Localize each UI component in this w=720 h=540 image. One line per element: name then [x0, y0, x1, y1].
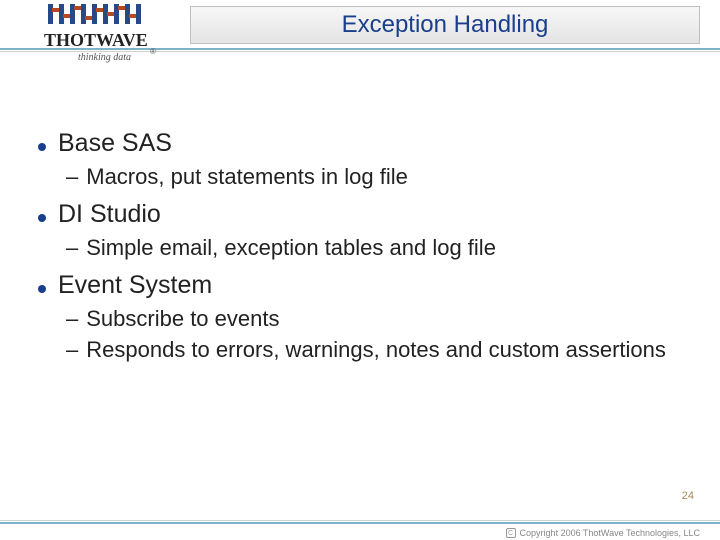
copyright-icon: C [506, 528, 516, 538]
bullet-level1: Base SAS [38, 128, 680, 159]
slide-body: Base SAS – Macros, put statements in log… [38, 120, 680, 364]
bullet-dot-icon [38, 214, 46, 222]
copyright: C Copyright 2006 ThotWave Technologies, … [506, 528, 700, 538]
subbullet-text: Macros, put statements in log file [86, 163, 408, 191]
bullet-level1: Event System [38, 270, 680, 301]
subbullet-text: Subscribe to events [86, 305, 279, 333]
bullet-level1: DI Studio [38, 199, 680, 230]
page-number: 24 [682, 490, 694, 502]
bullet-dot-icon [38, 285, 46, 293]
bullet-text: DI Studio [58, 199, 161, 230]
slide: Exception Handling [0, 0, 720, 540]
dash-icon: – [66, 235, 78, 261]
bullet-text: Base SAS [58, 128, 172, 159]
dash-icon: – [66, 164, 78, 190]
logo-tagline: thinking data [78, 52, 131, 63]
logo-brand-text: THOTWAVE [44, 30, 148, 50]
bullet-level2: – Subscribe to events [66, 305, 680, 333]
subbullet-text: Simple email, exception tables and log f… [86, 234, 496, 262]
thotwave-logo: THOTWAVE thinking data ® [34, 2, 189, 76]
bullet-level2: – Macros, put statements in log file [66, 163, 680, 191]
bullet-dot-icon [38, 143, 46, 151]
logo-trademark: ® [150, 47, 156, 56]
footer-rule [0, 522, 720, 524]
dash-icon: – [66, 306, 78, 332]
copyright-text: Copyright 2006 ThotWave Technologies, LL… [520, 528, 700, 538]
bullet-text: Event System [58, 270, 212, 301]
footer-rule-shadow [0, 520, 720, 521]
subbullet-text: Responds to errors, warnings, notes and … [86, 336, 666, 364]
bullet-level2: – Simple email, exception tables and log… [66, 234, 680, 262]
dash-icon: – [66, 337, 78, 363]
title-bar: Exception Handling [190, 6, 700, 44]
slide-header: Exception Handling [0, 0, 720, 78]
bullet-level2: – Responds to errors, warnings, notes an… [66, 336, 680, 364]
slide-title: Exception Handling [342, 11, 549, 39]
